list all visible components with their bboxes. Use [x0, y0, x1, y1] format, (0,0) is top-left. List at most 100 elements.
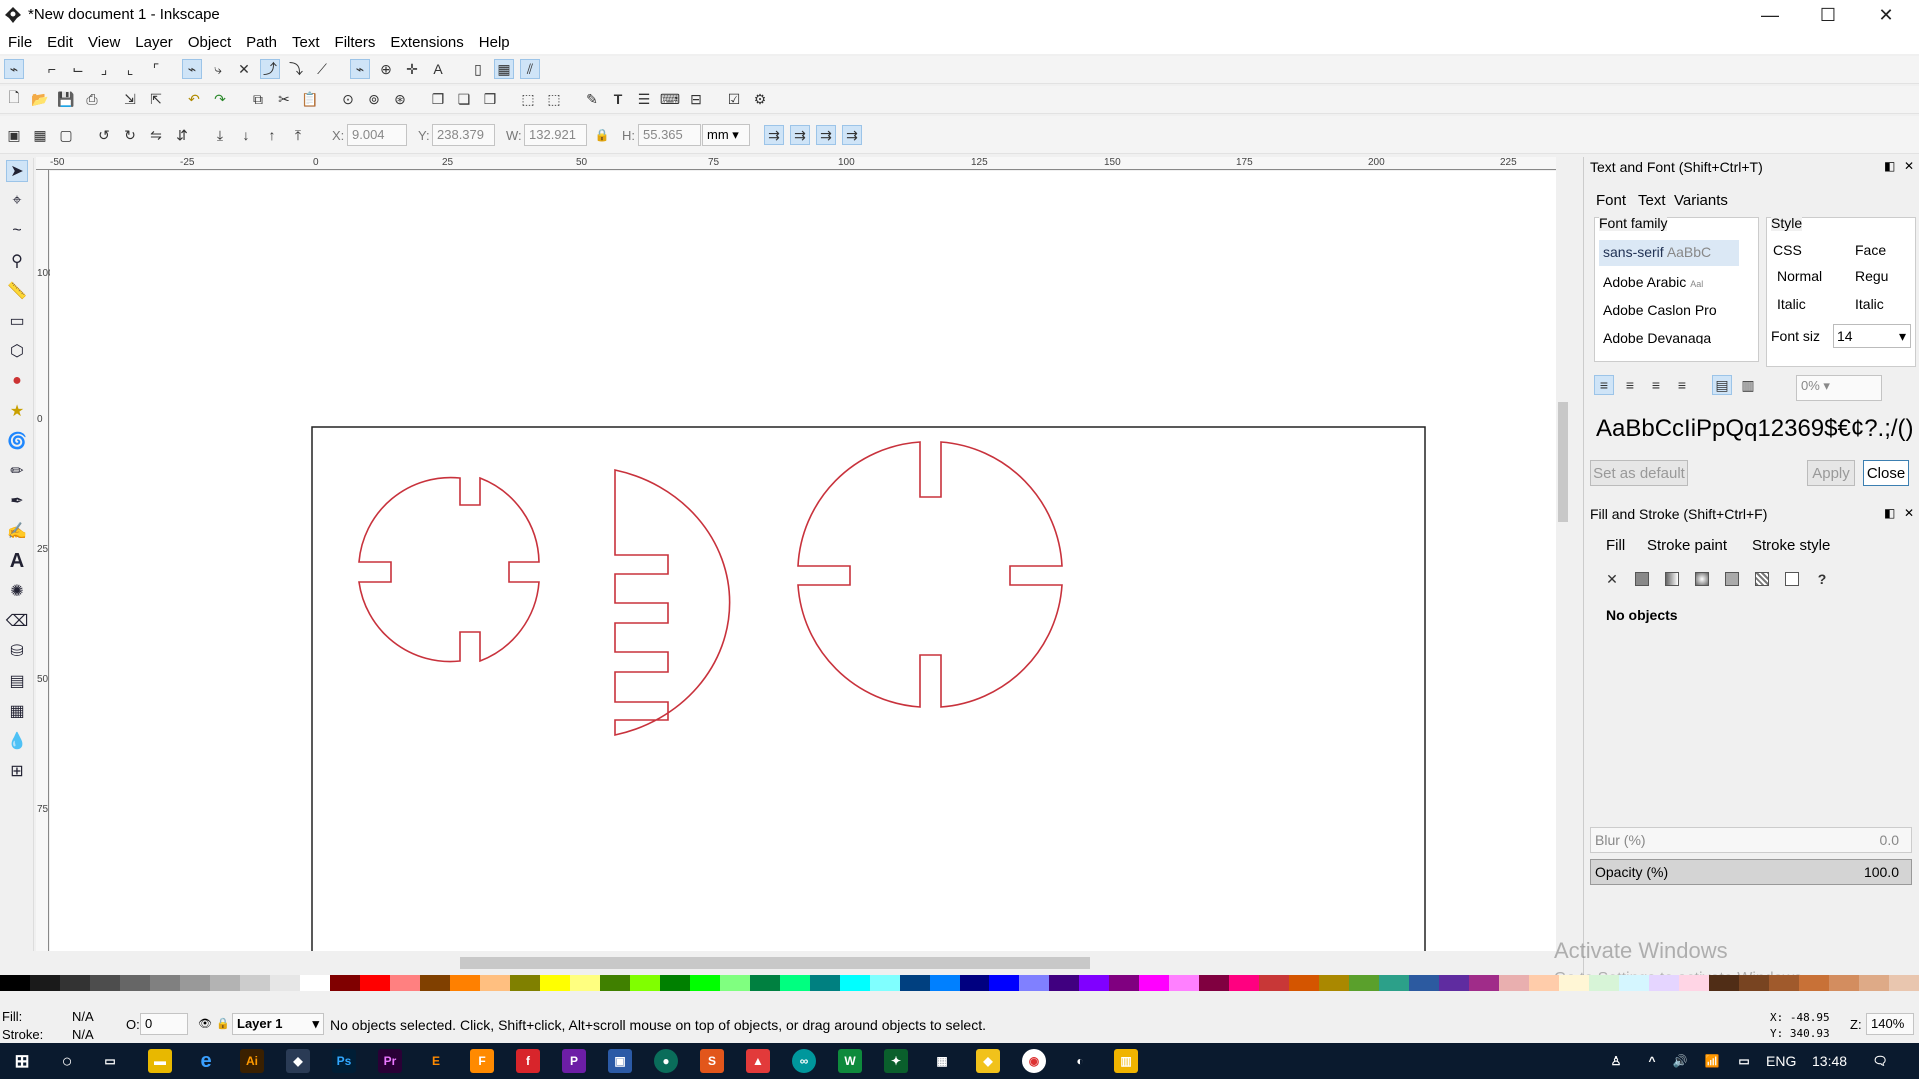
lock-ratio-icon[interactable]: 🔒	[592, 125, 612, 145]
calligraphy-tool-icon[interactable]: ✍	[6, 520, 28, 542]
style-item[interactable]: Italic	[1855, 296, 1884, 312]
palette-swatch[interactable]	[1379, 975, 1410, 991]
snap-page-icon[interactable]: ▯	[468, 59, 488, 79]
snap-others-icon[interactable]: ⌁	[350, 59, 370, 79]
search-icon[interactable]: ○	[55, 1049, 79, 1073]
snap-nodes-icon[interactable]: ⌁	[182, 59, 202, 79]
print-icon[interactable]: ⎙	[82, 89, 102, 109]
font-list-item[interactable]: Adobe Devanaga	[1603, 330, 1711, 344]
language-indicator[interactable]: ENG	[1766, 1053, 1796, 1069]
menu-help[interactable]: Help	[479, 34, 510, 51]
zoom-field[interactable]: 140%	[1866, 1013, 1914, 1035]
palette-swatch[interactable]	[1649, 975, 1680, 991]
palette-swatch[interactable]	[1439, 975, 1470, 991]
palette-swatch[interactable]	[1799, 975, 1830, 991]
undo-icon[interactable]: ↶	[184, 89, 204, 109]
palette-swatch[interactable]	[209, 975, 240, 991]
snap-bbox-midpoint-icon[interactable]: ⌞	[120, 59, 140, 79]
pen-tool-icon[interactable]: ✒	[6, 490, 28, 512]
selector-tool-icon[interactable]: ➤	[6, 160, 28, 182]
blur-slider[interactable]: Blur (%) 0.0	[1590, 827, 1912, 853]
ellipse-tool-icon[interactable]: ●	[6, 370, 28, 392]
palette-swatch[interactable]	[1319, 975, 1350, 991]
fill-stroke-icon[interactable]: ✎	[582, 89, 602, 109]
steam-icon[interactable]: ◐	[1068, 1049, 1092, 1073]
spiral-tool-icon[interactable]: 🌀	[6, 430, 28, 452]
palette-swatch[interactable]	[899, 975, 930, 991]
palette-swatch[interactable]	[299, 975, 330, 991]
file-explorer-icon[interactable]: ▬	[148, 1049, 172, 1073]
palette-swatch[interactable]	[29, 975, 60, 991]
select-all-layers-icon[interactable]: ▦	[30, 125, 50, 145]
snap-path-icon[interactable]: ⤷	[208, 59, 228, 79]
palette-swatch[interactable]	[449, 975, 480, 991]
palette-swatch[interactable]	[329, 975, 360, 991]
app-f2-icon[interactable]: f	[516, 1049, 540, 1073]
snap-rotation-icon[interactable]: ✛	[402, 59, 422, 79]
tab-stroke-paint[interactable]: Stroke paint	[1647, 537, 1727, 554]
opacity-field[interactable]: 0	[140, 1013, 188, 1035]
palette-swatch[interactable]	[59, 975, 90, 991]
measure-tool-icon[interactable]: 📏	[6, 280, 28, 302]
eraser-tool-icon[interactable]: ⌫	[6, 610, 29, 632]
sublime-icon[interactable]: S	[700, 1049, 724, 1073]
tab-font[interactable]: Font	[1596, 192, 1626, 209]
disc-large-shape[interactable]	[797, 441, 1063, 708]
app-w-icon[interactable]: W	[838, 1049, 862, 1073]
snap-bbox-icon[interactable]: ⌐	[42, 59, 62, 79]
color-palette[interactable]	[0, 975, 1919, 991]
tab-text[interactable]: Text	[1638, 192, 1666, 209]
zoom-tool-icon[interactable]: ⚲	[6, 250, 28, 272]
no-paint-icon[interactable]: ✕	[1602, 569, 1622, 589]
app-p-icon[interactable]: P	[562, 1049, 586, 1073]
import-icon[interactable]: ⇲	[120, 89, 140, 109]
zoom-selection-icon[interactable]: ⊙	[338, 89, 358, 109]
export-icon[interactable]: ⇱	[146, 89, 166, 109]
cut-icon[interactable]: ✂	[274, 89, 294, 109]
unlink-clone-icon[interactable]: ❒	[480, 89, 500, 109]
flip-vertical-icon[interactable]: ⇵	[172, 125, 192, 145]
palette-swatch[interactable]	[269, 975, 300, 991]
app-grid-icon[interactable]: ▦	[930, 1049, 954, 1073]
mesh-tool-icon[interactable]: ▦	[6, 700, 28, 722]
notifications-icon[interactable]: 🗨	[1868, 1049, 1892, 1073]
close-button[interactable]: ✕	[1857, 0, 1915, 30]
palette-swatch[interactable]	[239, 975, 270, 991]
palette-swatch[interactable]	[1769, 975, 1800, 991]
palette-swatch[interactable]	[1139, 975, 1170, 991]
palette-swatch[interactable]	[89, 975, 120, 991]
unit-select[interactable]: mm ▾	[702, 124, 750, 146]
palette-swatch[interactable]	[389, 975, 420, 991]
align-left-icon[interactable]: ≡	[1594, 375, 1614, 395]
tab-fill[interactable]: Fill	[1606, 537, 1625, 554]
lower-icon[interactable]: ↓	[236, 125, 256, 145]
tab-stroke-style[interactable]: Stroke style	[1752, 537, 1830, 554]
scale-radii-icon[interactable]: ⇉	[790, 125, 810, 145]
star-tool-icon[interactable]: ★	[6, 400, 28, 422]
palette-swatch[interactable]	[509, 975, 540, 991]
palette-swatch[interactable]	[1619, 975, 1650, 991]
minimize-button[interactable]: —	[1741, 0, 1799, 30]
y-field[interactable]: 238.379	[432, 124, 495, 146]
flat-color-icon[interactable]	[1632, 569, 1652, 589]
w-field[interactable]: 132.921	[524, 124, 587, 146]
preferences-icon[interactable]: ⚙	[750, 89, 770, 109]
style-item[interactable]: Normal	[1777, 268, 1822, 284]
inkscape-taskbar-icon[interactable]: ◆	[286, 1049, 310, 1073]
align-justify-icon[interactable]: ≡	[1672, 375, 1692, 395]
menu-filters[interactable]: Filters	[335, 34, 376, 51]
flip-horizontal-icon[interactable]: ⇋	[146, 125, 166, 145]
redo-icon[interactable]: ↷	[210, 89, 230, 109]
set-default-button[interactable]: Set as default	[1590, 460, 1688, 486]
disc-small-shape[interactable]	[358, 476, 540, 663]
photoshop-icon[interactable]: Ps	[332, 1049, 356, 1073]
palette-swatch[interactable]	[119, 975, 150, 991]
palette-swatch[interactable]	[869, 975, 900, 991]
palette-swatch[interactable]	[1229, 975, 1260, 991]
clone-icon[interactable]: ❏	[454, 89, 474, 109]
palette-swatch[interactable]	[179, 975, 210, 991]
x-field[interactable]: 9.004	[347, 124, 407, 146]
store-icon[interactable]: ▥	[1114, 1049, 1138, 1073]
bucket-tool-icon[interactable]: ⛁	[6, 640, 28, 662]
battery-icon[interactable]: ▭	[1732, 1049, 1756, 1073]
